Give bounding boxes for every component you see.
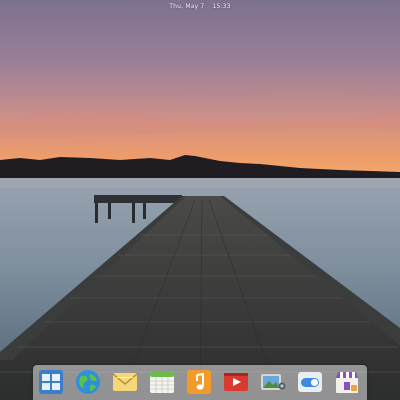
dock-item-music[interactable] bbox=[186, 369, 212, 395]
calendar-icon bbox=[150, 371, 174, 393]
music-note-icon bbox=[187, 370, 211, 394]
time-label: 15:33 bbox=[212, 2, 231, 10]
dock-item-system-settings[interactable] bbox=[297, 369, 323, 395]
globe-icon bbox=[76, 370, 100, 394]
envelope-icon bbox=[112, 373, 138, 391]
dock-item-web-browser[interactable] bbox=[75, 369, 101, 395]
desktop-wallpaper bbox=[0, 0, 400, 400]
top-panel: Thu, May 7 15:33 bbox=[0, 0, 400, 12]
dock-item-videos[interactable] bbox=[223, 369, 249, 395]
date-label: Thu, May 7 bbox=[169, 2, 205, 10]
dock-item-photos[interactable] bbox=[260, 369, 286, 395]
dock-item-multitasking-view[interactable] bbox=[38, 369, 64, 395]
photos-icon bbox=[261, 374, 286, 390]
toggle-icon bbox=[298, 372, 322, 392]
store-icon bbox=[336, 372, 358, 393]
dock bbox=[33, 365, 367, 400]
grid-icon bbox=[39, 370, 63, 394]
date-time-indicator[interactable]: Thu, May 7 15:33 bbox=[169, 3, 231, 10]
dock-item-mail[interactable] bbox=[112, 369, 138, 395]
play-icon bbox=[224, 373, 248, 391]
dock-item-app-center[interactable] bbox=[334, 369, 360, 395]
dock-item-calendar[interactable] bbox=[149, 369, 175, 395]
